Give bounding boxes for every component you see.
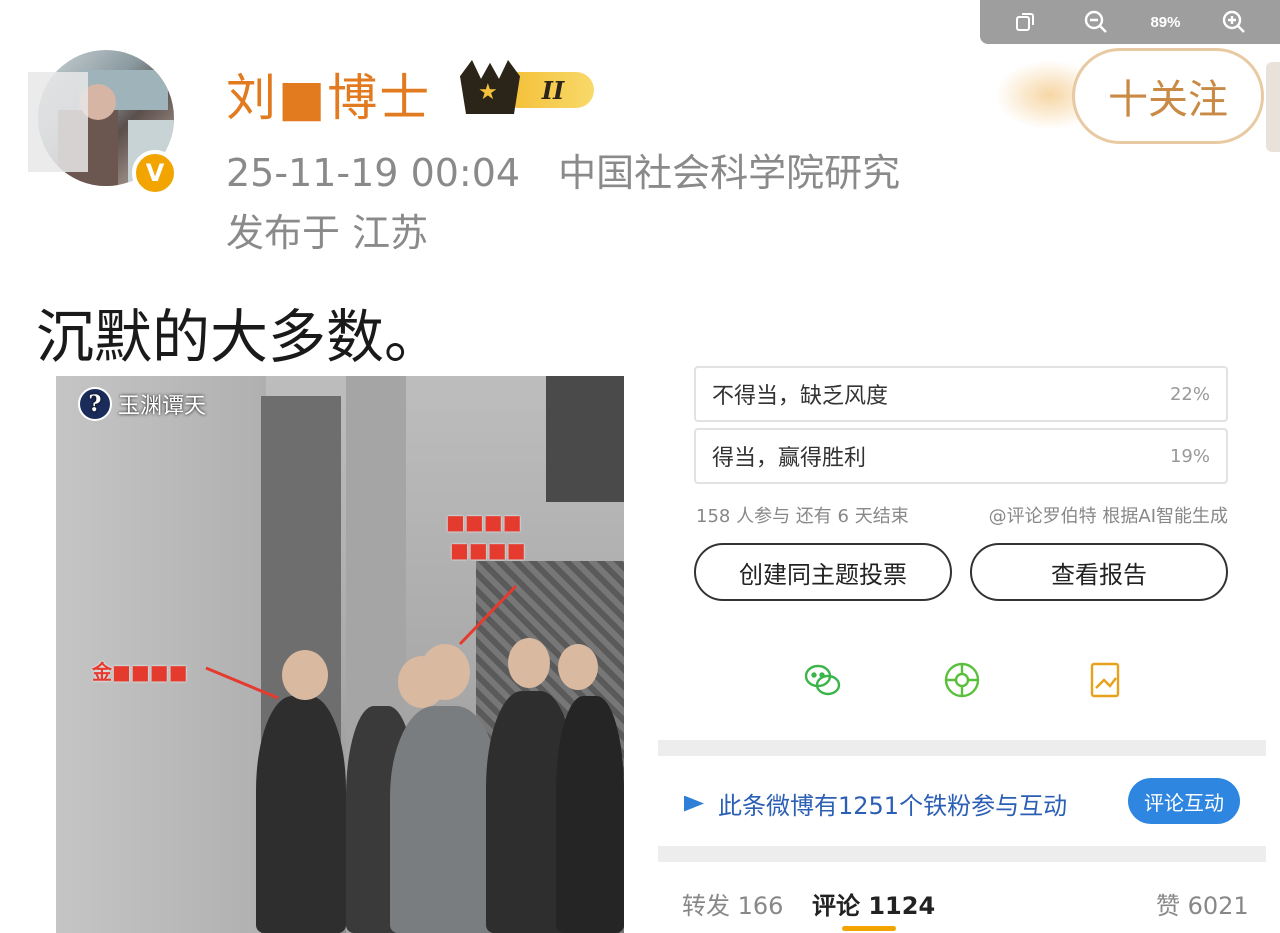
poll-ai-note: @评论罗伯特 根据AI智能生成 [988,506,1228,527]
play-indicator-icon [684,795,704,812]
view-report-button[interactable]: 查看报告 [970,543,1228,601]
post-time: 25-11-19 00:04 [226,151,521,195]
image-viewer-toolbar: 89% [980,0,1280,44]
poster-icon[interactable] [1086,660,1126,700]
like-count[interactable]: 赞 6021 [1156,886,1249,921]
side-panel-handle[interactable] [1266,62,1280,152]
poll-option-percent: 22% [1169,383,1210,405]
rotate-icon[interactable] [1008,5,1042,39]
poll-option-label: 不得当，缺乏风度 [712,384,889,409]
wechat-icon[interactable] [802,660,842,700]
zoom-in-icon[interactable] [1217,5,1251,39]
avatar[interactable]: V [28,50,180,196]
annotation-arrows [205,584,518,700]
create-poll-button[interactable]: 创建同主题投票 [694,543,952,601]
author-name[interactable]: 刘■博士 [226,58,431,130]
annotation-label: ■■■■ [446,510,522,534]
post-meta: 25-11-19 00:04 中国社会科学院研究 [226,142,900,197]
fans-interaction-line: 此条微博有1251个铁粉参与互动 [684,786,1067,821]
avatar-redaction [28,72,88,172]
watermark-text: 玉渊谭天 [118,394,207,419]
annotation-label: 金■■■■ [92,660,188,684]
comment-interact-button[interactable]: 评论互动 [1128,778,1240,824]
poll-option[interactable]: 得当，赢得胜利 19% [694,428,1228,484]
section-divider [658,846,1266,862]
poll-option[interactable]: 不得当，缺乏风度 22% [694,366,1228,422]
star-icon: ★ [478,80,498,105]
annotation-label: ■■■■ [450,538,526,562]
post-image[interactable]: ? 玉渊谭天 金■■■■ ■■■■ ■■■■ [56,376,624,933]
poll-option-percent: 19% [1169,445,1210,467]
follow-button[interactable]: 十关注 [1072,48,1264,144]
zoom-level: 89% [1150,13,1181,31]
fans-interaction-text: 此条微博有1251个铁粉参与互动 [718,792,1068,820]
poll-participants: 158 人参与 还有 6 天结束 [696,506,909,527]
watermark: ? 玉渊谭天 [78,384,238,424]
section-divider [658,740,1266,756]
vip-level-tag: II [512,72,594,108]
repost-count[interactable]: 转发 166 [682,886,783,921]
verified-badge-icon: V [132,150,178,196]
poll-info: 158 人参与 还有 6 天结束 @评论罗伯特 根据AI智能生成 [696,502,1228,528]
post-source[interactable]: 中国社会科学院研究 [558,151,900,195]
moments-icon[interactable] [942,660,982,700]
watermark-logo-icon: ? [78,387,112,421]
comment-count[interactable]: 评论 1124 [812,886,935,921]
zoom-out-icon[interactable] [1079,5,1113,39]
post-text: 沉默的大多数。 [36,303,443,371]
vip-level-badge[interactable]: II ★ [460,60,598,114]
active-tab-indicator [842,926,896,931]
post-location: 发布于 江苏 [226,211,429,255]
poll-option-label: 得当，赢得胜利 [712,446,867,471]
